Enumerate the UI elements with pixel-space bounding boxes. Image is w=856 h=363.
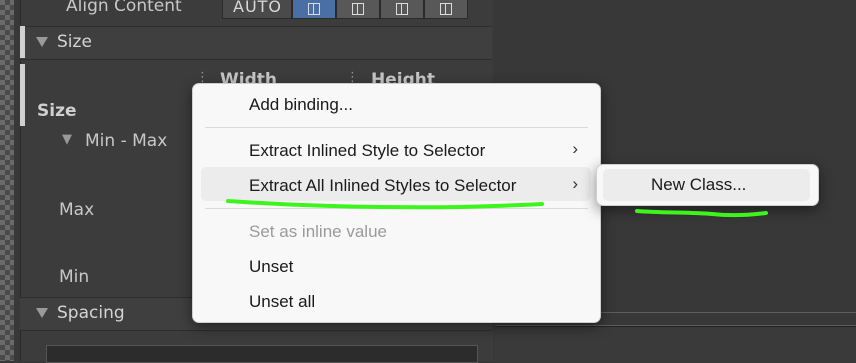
submenu: New Class... — [596, 164, 819, 206]
override-indicator — [20, 64, 25, 126]
spacing-preview-box — [46, 345, 478, 363]
submenu-chevron-icon: › — [572, 174, 578, 193]
max-label: Max — [59, 200, 95, 220]
size-foldout-title: Size — [57, 32, 92, 52]
min-max-foldout-icon[interactable]: ▼ — [62, 132, 72, 147]
menu-item-unset-all[interactable]: Unset all — [249, 292, 315, 312]
menu-separator — [205, 127, 588, 128]
transparency-checker-strip — [0, 0, 14, 361]
submenu-item-new-class[interactable]: New Class... — [651, 175, 746, 195]
menu-item-unset[interactable]: Unset — [249, 257, 293, 277]
menu-item-extract-inlined-style[interactable]: Extract Inlined Style to Selector — [249, 141, 485, 161]
align-end-icon — [396, 3, 408, 15]
size-label: Size — [37, 101, 77, 121]
min-label: Min — [59, 267, 90, 287]
align-center-icon — [352, 3, 364, 15]
align-center-button[interactable] — [336, 0, 380, 19]
align-auto-button[interactable]: AUTO — [222, 0, 292, 19]
align-stretch-icon — [440, 3, 452, 15]
menu-item-add-binding[interactable]: Add binding... — [249, 95, 353, 115]
align-stretch-button[interactable] — [424, 0, 468, 19]
foldout-arrow-icon — [36, 37, 48, 47]
menu-item-extract-all-inlined-styles[interactable]: Extract All Inlined Styles to Selector — [249, 176, 516, 196]
align-grid-button[interactable] — [292, 0, 336, 19]
context-menu: Add binding... Extract Inlined Style to … — [192, 83, 601, 323]
spacing-foldout-title: Spacing — [57, 303, 125, 323]
align-auto-label: AUTO — [233, 0, 283, 16]
submenu-chevron-icon: › — [572, 139, 578, 158]
align-content-label: Align Content — [66, 0, 182, 16]
grid-icon — [308, 3, 320, 15]
align-end-button[interactable] — [380, 0, 424, 19]
foldout-arrow-icon — [36, 308, 48, 318]
menu-item-set-inline-value: Set as inline value — [249, 222, 387, 241]
min-max-label: Min - Max — [85, 131, 168, 151]
override-indicator — [20, 26, 25, 58]
menu-separator — [205, 208, 588, 209]
size-foldout-header[interactable]: Size — [20, 26, 492, 60]
